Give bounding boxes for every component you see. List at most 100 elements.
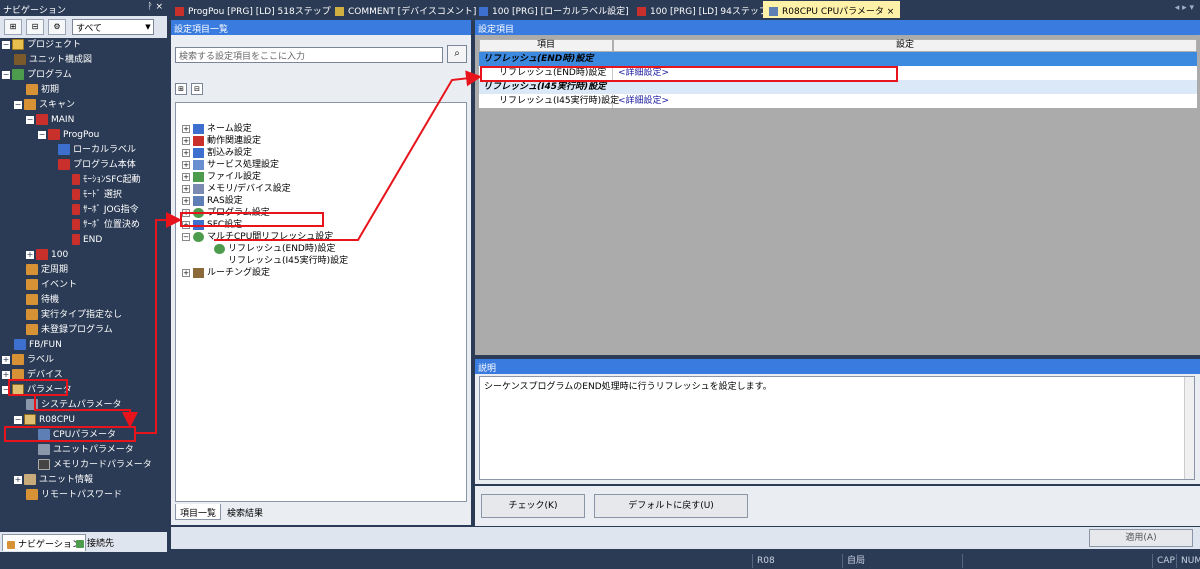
setting-item-grid-pane: 設定項目 項目 設定 リフレッシュ(END時)設定 リフレッシュ(END時)設定… bbox=[475, 20, 1200, 355]
setting-item-file[interactable]: + ファイル設定 bbox=[182, 171, 261, 183]
tree-item-system-parameter[interactable]: システムパラメータ bbox=[26, 398, 121, 413]
tree-item-project[interactable]: − プロジェクト bbox=[2, 38, 81, 53]
tree-item-initial[interactable]: 初期 bbox=[26, 83, 59, 98]
tree-item-parameter[interactable]: − パラメータ bbox=[2, 383, 72, 398]
description-text: シーケンスプログラムのEND処理時に行うリフレッシュを設定します。 bbox=[484, 382, 772, 392]
binoculars-search-icon[interactable]: ⌕ bbox=[447, 45, 467, 63]
grid-group-refresh-i45[interactable]: リフレッシュ(I45実行時)設定 bbox=[479, 80, 1197, 94]
grid-header-item[interactable]: 項目 bbox=[479, 39, 613, 52]
setting-item-memory-device[interactable]: + メモリ/デバイス設定 bbox=[182, 183, 291, 195]
unit-diagram-icon bbox=[14, 54, 26, 65]
setting-item-sfc[interactable]: + SFC設定 bbox=[182, 219, 242, 231]
grid-cell-detail-setting[interactable]: <詳細設定> bbox=[613, 94, 1197, 108]
program-tab-icon bbox=[637, 7, 646, 16]
tree-item-device[interactable]: + デバイス bbox=[2, 368, 63, 383]
parameter-icon bbox=[12, 384, 24, 395]
tree-item-motion-sfc[interactable]: ﾓｰｼｮﾝSFC起動 bbox=[72, 173, 141, 188]
navigation-filter-select[interactable]: すべて bbox=[72, 19, 154, 35]
tree-item-main[interactable]: − MAIN bbox=[26, 113, 74, 128]
tab-progpou[interactable]: ProgPou [PRG] [LD] 518ステップ bbox=[169, 1, 337, 18]
grid-row-refresh-end[interactable]: リフレッシュ(END時)設定 <詳細設定> bbox=[479, 66, 1197, 80]
chevron-down-icon[interactable]: ▼ bbox=[143, 20, 153, 34]
setting-item-program[interactable]: + プログラム設定 bbox=[182, 207, 270, 219]
tree-item-label[interactable]: + ラベル bbox=[2, 353, 54, 368]
tab-item-list[interactable]: 項目一覧 bbox=[175, 504, 222, 520]
setting-item-ras[interactable]: + RAS設定 bbox=[182, 195, 243, 207]
setting-item-name[interactable]: + ネーム設定 bbox=[182, 123, 252, 135]
tree-item-cpu-parameter[interactable]: CPUパラメータ bbox=[38, 428, 116, 443]
setting-item-routing[interactable]: + ルーチング設定 bbox=[182, 267, 270, 279]
tree-item-unregistered[interactable]: 未登録プログラム bbox=[26, 323, 113, 338]
tab-100-local-label[interactable]: 100 [PRG] [ローカルラベル設定] bbox=[473, 1, 635, 18]
tree-expand-icon[interactable]: ⊞ bbox=[4, 19, 22, 35]
tree-item-end[interactable]: END bbox=[72, 233, 102, 248]
program-file-icon bbox=[36, 249, 48, 260]
grid-row-refresh-i45[interactable]: リフレッシュ(I45実行時)設定 <詳細設定> bbox=[479, 94, 1197, 108]
setting-action-area: チェック(K) デフォルトに戻す(U) bbox=[475, 486, 1200, 526]
program-file-icon bbox=[36, 114, 48, 125]
setting-search-input[interactable]: 検索する設定項目をここに入力 bbox=[175, 47, 443, 63]
tree-item-program[interactable]: − プログラム bbox=[2, 68, 72, 83]
program-icon bbox=[12, 69, 24, 80]
folder-icon bbox=[24, 99, 36, 110]
tree-collapse-icon[interactable]: ⊟ bbox=[26, 19, 44, 35]
tree-item-fixed-scan[interactable]: 定周期 bbox=[26, 263, 68, 278]
tree-item-program-body[interactable]: プログラム本体 bbox=[58, 158, 136, 173]
tree-item-event[interactable]: イベント bbox=[26, 278, 77, 293]
collapse-all-icon[interactable]: ⊟ bbox=[191, 83, 203, 95]
tree-item-memory-card-parameter[interactable]: メモリカードパラメータ bbox=[38, 458, 152, 473]
grid-header-setting[interactable]: 設定 bbox=[613, 39, 1197, 52]
tree-item-mode-select[interactable]: ﾓｰﾄﾞ 選択 bbox=[72, 188, 122, 203]
tree-item-100[interactable]: +100 bbox=[26, 248, 68, 263]
grid-group-refresh-end[interactable]: リフレッシュ(END時)設定 bbox=[479, 52, 1197, 66]
folder-icon bbox=[12, 369, 24, 380]
label-tab-icon bbox=[479, 7, 488, 16]
description-scrollbar[interactable] bbox=[1184, 377, 1194, 479]
folder-icon bbox=[26, 264, 38, 275]
tab-cpu-parameter[interactable]: R08CPU CPUパラメータ × bbox=[763, 1, 901, 18]
memory-card-icon bbox=[38, 459, 50, 470]
setting-item-interrupt[interactable]: + 割込み設定 bbox=[182, 147, 252, 159]
tree-item-unit-info[interactable]: + ユニット情報 bbox=[14, 473, 93, 488]
status-cpu-type: R08 bbox=[752, 554, 840, 568]
tree-item-remote-password[interactable]: リモートパスワード bbox=[26, 488, 122, 503]
tree-item-standby[interactable]: 待機 bbox=[26, 293, 59, 308]
tab-connection[interactable]: 接続先 bbox=[72, 534, 118, 551]
apply-button[interactable]: 適用(A) bbox=[1089, 529, 1193, 547]
tree-item-scan[interactable]: − スキャン bbox=[14, 98, 75, 113]
gear-icon[interactable]: ⚙ bbox=[48, 19, 66, 35]
expand-all-icon[interactable]: ⊞ bbox=[175, 83, 187, 95]
check-icon bbox=[193, 231, 204, 242]
restore-default-button[interactable]: デフォルトに戻す(U) bbox=[594, 494, 748, 518]
grid-cell-detail-setting[interactable]: <詳細設定> bbox=[613, 66, 1197, 80]
pane-pin-close-icon[interactable]: ᚹ × bbox=[147, 2, 163, 12]
setting-item-refresh-end[interactable]: リフレッシュ(END時)設定 bbox=[214, 243, 335, 255]
setting-item-list-pane: 設定項目一覧 検索する設定項目をここに入力 ⌕ ⊞ ⊟ + ネーム設定 + 動作関連設… bbox=[171, 20, 471, 525]
description-pane: 説明 シーケンスプログラムのEND処理時に行うリフレッシュを設定します。 bbox=[475, 359, 1200, 484]
block-icon bbox=[72, 204, 80, 215]
folder-icon bbox=[26, 279, 38, 290]
check-button[interactable]: チェック(K) bbox=[481, 494, 585, 518]
setting-item-service[interactable]: + サービス処理設定 bbox=[182, 159, 279, 171]
tree-item-no-exec-type[interactable]: 実行タイプ指定なし bbox=[26, 308, 122, 323]
setting-item-multi-cpu-refresh[interactable]: − マルチCPU間リフレッシュ設定 bbox=[182, 231, 333, 243]
tree-item-local-label[interactable]: ローカルラベル bbox=[58, 143, 136, 158]
setting-item-refresh-i45[interactable]: リフレッシュ(I45実行時)設定 bbox=[228, 255, 348, 267]
tree-item-servo-jog[interactable]: ｻｰﾎﾞ JOG指令 bbox=[72, 203, 139, 218]
setting-item-operation[interactable]: + 動作関連設定 bbox=[182, 135, 261, 147]
tab-search-results[interactable]: 検索結果 bbox=[223, 504, 267, 520]
tree-item-progpou[interactable]: − ProgPou bbox=[38, 128, 99, 143]
tree-item-unit-diagram[interactable]: ユニット構成図 bbox=[14, 53, 92, 68]
setting-list-tabs: 項目一覧 検索結果 bbox=[175, 504, 467, 522]
tree-item-servo-position[interactable]: ｻｰﾎﾞ 位置決め bbox=[72, 218, 140, 233]
routing-setting-icon bbox=[193, 267, 204, 278]
tab-100-ld[interactable]: 100 [PRG] [LD] 94ステップ bbox=[631, 1, 774, 18]
tree-item-fb-fun[interactable]: FB/FUN bbox=[14, 338, 62, 353]
tree-item-r08cpu[interactable]: − R08CPU bbox=[14, 413, 75, 428]
tab-scroll-controls-icon[interactable]: ◂ ▸ ▾ bbox=[1175, 3, 1194, 13]
key-icon bbox=[26, 489, 38, 500]
tab-comment[interactable]: COMMENT [デバイスコメント] bbox=[329, 1, 482, 18]
tree-item-unit-parameter[interactable]: ユニットパラメータ bbox=[38, 443, 134, 458]
connection-icon bbox=[76, 539, 84, 548]
status-num: NUM bbox=[1176, 554, 1200, 568]
